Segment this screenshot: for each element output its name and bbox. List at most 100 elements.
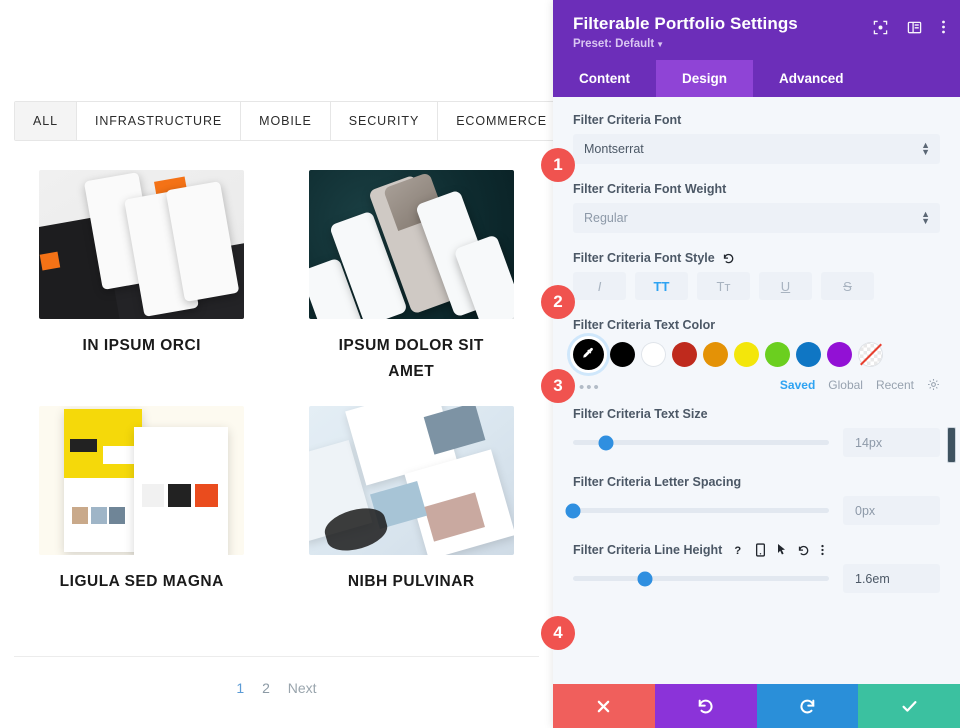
font-weight-select[interactable]: Regular ▲ ▼ <box>573 203 940 233</box>
panel-scrollbar[interactable] <box>947 427 956 463</box>
reset-icon[interactable] <box>722 252 735 265</box>
letter-spacing-slider[interactable] <box>565 503 829 518</box>
field-filter-criteria-font-weight: Filter Criteria Font Weight Regular ▲ ▼ <box>573 182 940 233</box>
tab-design[interactable]: Design <box>656 60 754 97</box>
mobile-icon[interactable] <box>755 543 766 557</box>
field-filter-criteria-text-size: Filter Criteria Text Size 14px <box>573 407 940 457</box>
filter-criteria-bar: ALL INFRASTRUCTURE MOBILE SECURITY ECOMM… <box>14 101 553 141</box>
portfolio-thumbnail[interactable] <box>308 170 514 319</box>
field-label-text: Filter Criteria Font Style <box>573 251 715 265</box>
letter-spacing-slider-row: 0px <box>565 496 940 525</box>
font-select[interactable]: Montserrat ▲ ▼ <box>573 134 940 164</box>
strikethrough-button[interactable]: S <box>821 272 874 300</box>
help-icon[interactable]: ? <box>733 544 745 557</box>
swatch-green[interactable] <box>765 342 790 367</box>
color-swatches <box>573 339 940 370</box>
portfolio-item-title: IPSUM DOLOR SIT AMET <box>338 337 484 380</box>
page-2-link[interactable]: 2 <box>262 680 270 696</box>
cancel-button[interactable] <box>553 684 655 728</box>
tab-advanced[interactable]: Advanced <box>753 60 870 97</box>
line-height-input[interactable]: 1.6em <box>843 564 940 593</box>
save-button[interactable] <box>858 684 960 728</box>
more-colors-button[interactable]: ••• <box>573 380 601 395</box>
field-filter-criteria-font-style: Filter Criteria Font Style I TT Tᴛ U S <box>573 251 940 300</box>
swatch-black[interactable] <box>610 342 635 367</box>
line-height-slider[interactable] <box>573 571 829 586</box>
color-swatch-footer: ••• Saved Global Recent <box>573 376 940 395</box>
italic-button[interactable]: I <box>573 272 626 300</box>
small-caps-button[interactable]: Tᴛ <box>697 272 750 300</box>
next-page-link[interactable]: Next <box>288 680 317 696</box>
letter-spacing-input[interactable]: 0px <box>843 496 940 525</box>
reset-icon[interactable] <box>797 544 810 557</box>
font-select-value: Montserrat <box>584 142 644 156</box>
screen: ALL INFRASTRUCTURE MOBILE SECURITY ECOMM… <box>0 0 960 728</box>
field-label-text: Filter Criteria Line Height <box>573 543 723 557</box>
swatch-transparent[interactable] <box>858 342 883 367</box>
panel-body: Filter Criteria Font Montserrat ▲ ▼ Filte… <box>553 97 960 684</box>
swatch-yellow[interactable] <box>734 342 759 367</box>
underline-button[interactable]: U <box>759 272 812 300</box>
portfolio-item-title: IN IPSUM ORCI <box>82 337 201 354</box>
filter-tab-all[interactable]: ALL <box>15 102 77 140</box>
gear-icon[interactable] <box>927 378 940 391</box>
redo-button[interactable] <box>756 684 859 728</box>
slider-knob <box>598 435 614 450</box>
field-label: Filter Criteria Line Height ? <box>573 543 940 557</box>
text-size-slider-row: 14px <box>573 428 940 457</box>
portfolio-thumbnail[interactable] <box>308 406 514 556</box>
chevron-down-icon: ▼ <box>656 40 665 49</box>
text-size-slider[interactable] <box>573 435 829 450</box>
swatch-white[interactable] <box>641 342 666 367</box>
more-vertical-icon[interactable] <box>941 19 946 35</box>
panel-preset[interactable]: Preset: Default ▼ <box>573 38 940 50</box>
swatch-orange[interactable] <box>703 342 728 367</box>
swatch-red[interactable] <box>672 342 697 367</box>
panel-header: Filterable Portfolio Settings Preset: De… <box>553 0 960 60</box>
filter-tab-infrastructure[interactable]: INFRASTRUCTURE <box>76 102 242 140</box>
step-badge-4: 4 <box>541 616 575 650</box>
filter-tab-security[interactable]: SECURITY <box>330 102 439 140</box>
chevron-updown-icon: ▲ ▼ <box>921 209 930 226</box>
step-badge-1: 1 <box>541 148 575 182</box>
eyedropper-swatch[interactable] <box>573 339 604 370</box>
field-label: Filter Criteria Text Size <box>573 407 708 421</box>
uppercase-button[interactable]: TT <box>635 272 688 300</box>
text-size-input[interactable]: 14px <box>843 428 940 457</box>
step-badge-2: 2 <box>541 285 575 319</box>
filter-tab-mobile[interactable]: MOBILE <box>241 102 331 140</box>
layout-icon[interactable] <box>907 20 922 35</box>
tab-content[interactable]: Content <box>553 60 656 97</box>
cursor-icon[interactable] <box>776 543 787 557</box>
portfolio-thumbnail[interactable] <box>39 170 245 319</box>
panel-tabs: Content Design Advanced <box>553 60 960 97</box>
swatch-purple[interactable] <box>827 342 852 367</box>
field-filter-criteria-letter-spacing: Filter Criteria Letter Spacing 0px <box>565 475 940 525</box>
undo-button[interactable] <box>654 684 757 728</box>
portfolio-item[interactable]: IN IPSUM ORCI <box>14 170 270 384</box>
pagination: 1 2 Next <box>0 680 553 696</box>
more-vertical-icon[interactable] <box>820 543 825 557</box>
portfolio-item[interactable]: IPSUM DOLOR SIT AMET <box>284 170 540 384</box>
line-height-slider-row: 1.6em <box>573 564 940 593</box>
global-colors-link[interactable]: Global <box>828 378 863 392</box>
panel-preset-label: Preset: Default <box>573 38 655 50</box>
field-label: Filter Criteria Letter Spacing <box>573 475 742 489</box>
slider-knob <box>637 571 653 586</box>
color-palette-tabs: Saved Global Recent <box>780 378 940 392</box>
field-label: Filter Criteria Font Style <box>573 251 940 265</box>
settings-panel: Filterable Portfolio Settings Preset: De… <box>553 0 960 728</box>
recent-colors-link[interactable]: Recent <box>876 378 914 392</box>
portfolio-grid: IN IPSUM ORCI IPSUM DOLOR SIT AMET LIGUL… <box>14 170 539 595</box>
field-label: Filter Criteria Font <box>573 113 682 127</box>
focus-icon[interactable] <box>873 20 888 35</box>
portfolio-thumbnail[interactable] <box>39 406 245 556</box>
chevron-updown-icon: ▲ ▼ <box>921 140 930 157</box>
portfolio-item[interactable]: NIBH PULVINAR <box>284 406 540 595</box>
portfolio-item[interactable]: LIGULA SED MAGNA <box>14 406 270 595</box>
filter-tab-ecommerce[interactable]: ECOMMERCE <box>438 102 553 140</box>
saved-colors-link[interactable]: Saved <box>780 378 815 392</box>
portfolio-item-title: LIGULA SED MAGNA <box>59 573 224 591</box>
swatch-blue[interactable] <box>796 342 821 367</box>
page-1-link[interactable]: 1 <box>236 680 244 696</box>
